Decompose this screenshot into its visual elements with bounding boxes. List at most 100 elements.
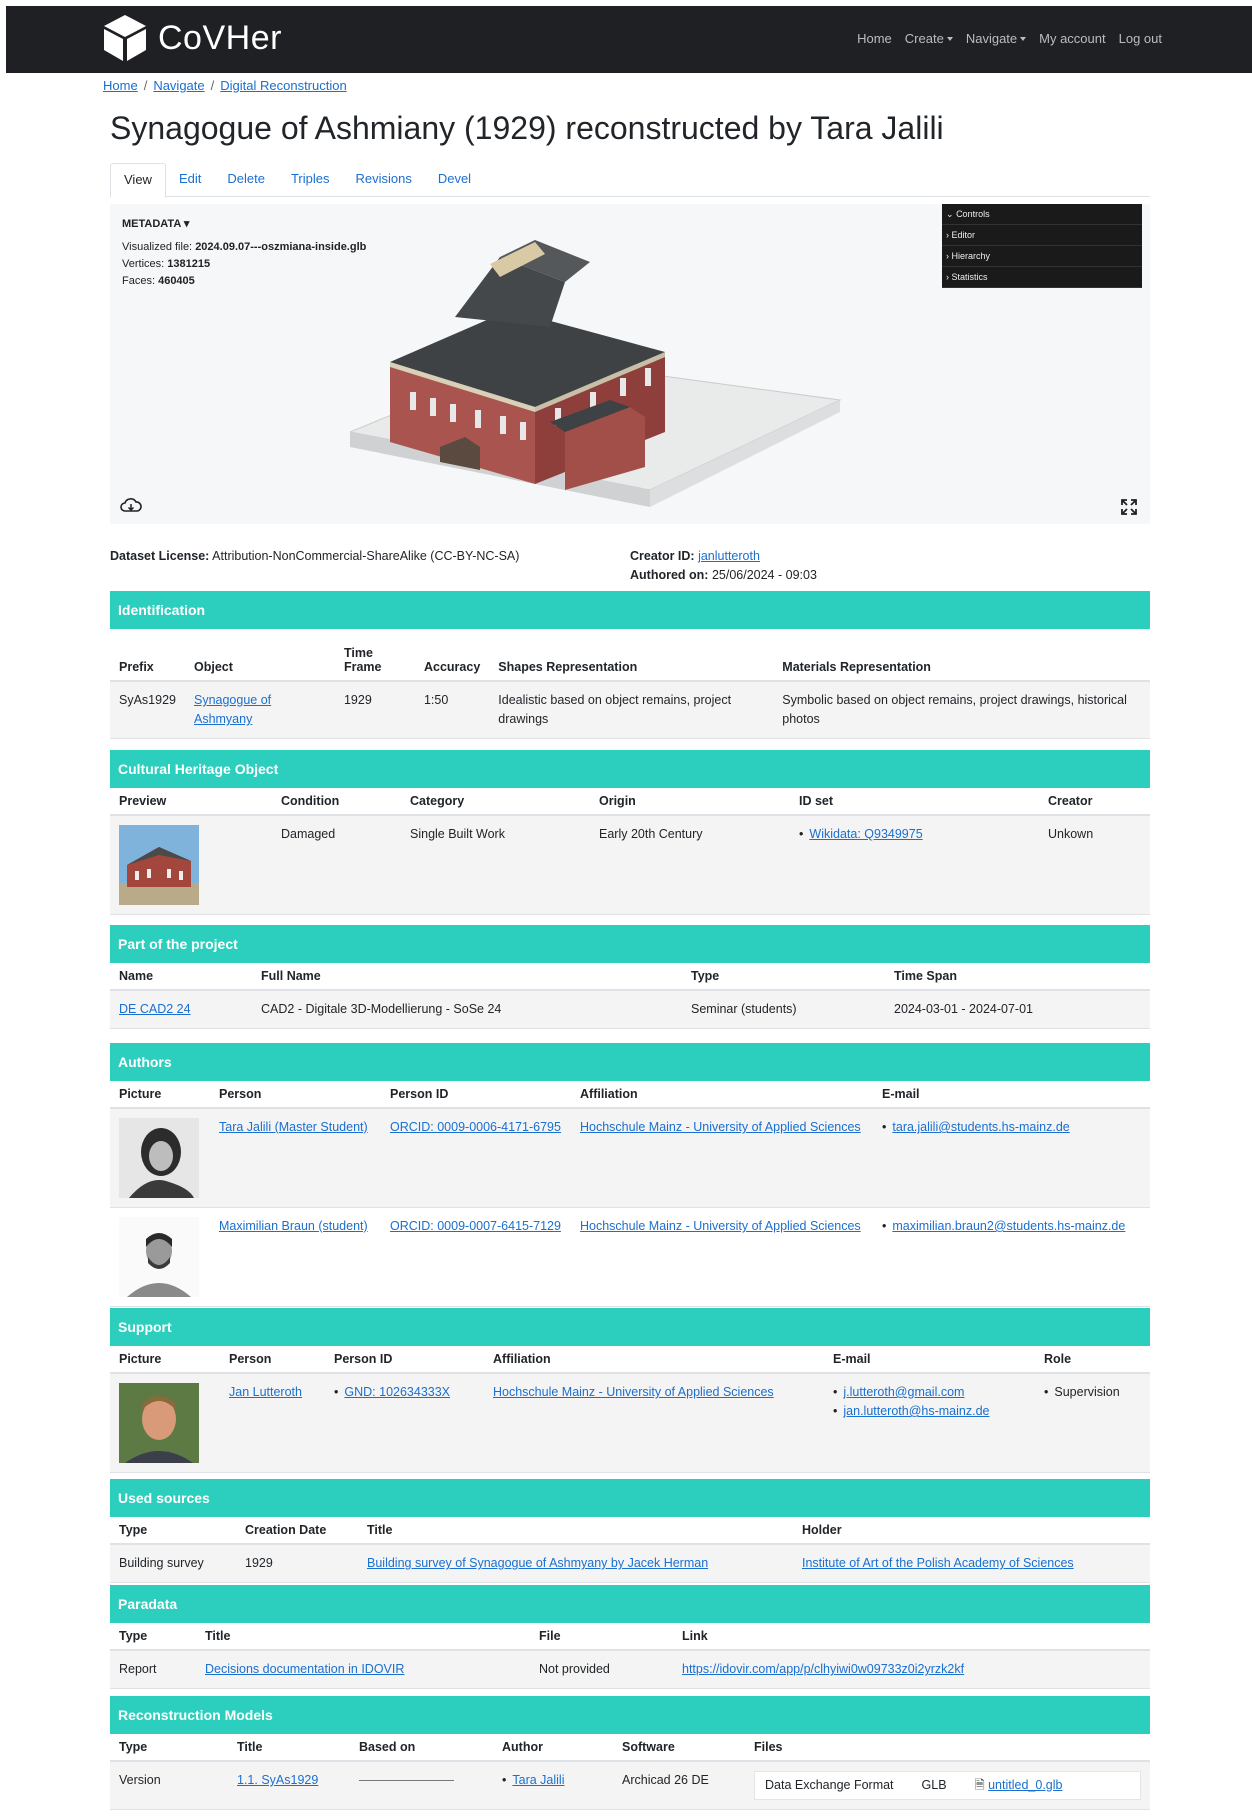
project-link[interactable]: DE CAD2 24 — [119, 1002, 191, 1016]
gnd-link[interactable]: GND: 102634333X — [344, 1385, 450, 1399]
paradata-type-cell: Report — [110, 1650, 196, 1689]
column-header: Holder — [793, 1517, 1150, 1545]
author-photo — [119, 1118, 199, 1198]
source-title-link[interactable]: Building survey of Synagogue of Ashmyany… — [367, 1556, 708, 1570]
shapes-cell: Idealistic based on object remains, proj… — [489, 681, 774, 739]
controls-toggle[interactable]: ⌄ Controls — [942, 204, 1142, 225]
author-name-link[interactable]: Maximilian Braun (student) — [219, 1219, 368, 1233]
fullscreen-icon[interactable] — [1120, 498, 1138, 516]
orcid-link[interactable]: ORCID: 0009-0006-4171-6795 — [390, 1120, 561, 1134]
accuracy-cell: 1:50 — [414, 681, 490, 739]
column-header: Time Frame — [334, 629, 415, 682]
cloud-download-icon[interactable] — [120, 498, 142, 514]
model-viewer[interactable]: METADATA ▾ Visualized file: 2024.09.07--… — [110, 204, 1150, 524]
project-table: Name Full Name Type Time Span DE CAD2 24… — [110, 963, 1150, 1029]
model-author-link[interactable]: Tara Jalili — [512, 1773, 564, 1787]
file-download-link[interactable]: untitled_0.glb — [988, 1778, 1062, 1792]
breadcrumb-separator: / — [143, 78, 148, 93]
nav-my-account[interactable]: My account — [1039, 31, 1105, 46]
breadcrumb-digital-reconstruction[interactable]: Digital Reconstruction — [220, 78, 346, 93]
table-row: Maximilian Braun (student) ORCID: 0009-0… — [110, 1207, 1150, 1307]
file-entry: Data Exchange Format GLB 🗎 untitled_0.gl… — [754, 1771, 1141, 1800]
affiliation-link[interactable]: Hochschule Mainz - University of Applied… — [493, 1385, 774, 1399]
software-cell: Archicad 26 DE — [613, 1761, 745, 1810]
object-link[interactable]: Synagogue of Ashmyany — [194, 693, 271, 726]
table-row: Version 1.1. SyAs1929 Tara Jalili Archic… — [110, 1761, 1150, 1810]
table-row: SyAs1929 Synagogue of Ashmyany 1929 1:50… — [110, 681, 1150, 739]
chevron-down-icon: ⌄ — [946, 209, 954, 219]
column-header: File — [530, 1623, 673, 1651]
nav-create[interactable]: Create — [905, 31, 953, 46]
statistics-toggle[interactable]: › Statistics — [942, 267, 1142, 288]
wikidata-link[interactable]: Wikidata: Q9349975 — [809, 827, 922, 841]
column-header: E-mail — [824, 1346, 1035, 1374]
editor-toggle[interactable]: › Editor — [942, 225, 1142, 246]
column-header: Files — [745, 1734, 1150, 1762]
column-header: Title — [358, 1517, 793, 1545]
tab-view[interactable]: View — [110, 163, 166, 198]
file-icon: 🗎 — [974, 1778, 985, 1792]
breadcrumb-navigate[interactable]: Navigate — [153, 78, 204, 93]
column-header: Author — [493, 1734, 613, 1762]
based-on-empty-line — [359, 1780, 454, 1781]
hierarchy-label: Hierarchy — [951, 251, 991, 261]
authored-on-value: 25/06/2024 - 09:03 — [711, 568, 817, 582]
visualized-file: 2024.09.07---oszmiana-inside.glb — [195, 241, 367, 253]
support-section: Support Picture Person Person ID Affilia… — [110, 1308, 1150, 1473]
column-header: Picture — [110, 1346, 220, 1374]
heritage-section: Cultural Heritage Object Preview Conditi… — [110, 750, 1150, 915]
column-header: Title — [196, 1623, 530, 1651]
section-header: Part of the project — [110, 925, 1150, 963]
support-table: Picture Person Person ID Affiliation E-m… — [110, 1346, 1150, 1473]
table-row: DE CAD2 24 CAD2 - Digitale 3D-Modellieru… — [110, 990, 1150, 1029]
metadata-toggle[interactable]: METADATA — [122, 218, 181, 230]
paradata-title-link[interactable]: Decisions documentation in IDOVIR — [205, 1662, 404, 1676]
section-header: Paradata — [110, 1585, 1150, 1623]
nav-log-out[interactable]: Log out — [1119, 31, 1162, 46]
affiliation-link[interactable]: Hochschule Mainz - University of Applied… — [580, 1120, 861, 1134]
tab-revisions[interactable]: Revisions — [342, 163, 424, 196]
hierarchy-toggle[interactable]: › Hierarchy — [942, 246, 1142, 267]
email-link[interactable]: j.lutteroth@gmail.com — [843, 1385, 964, 1399]
author-name-link[interactable]: Tara Jalili (Master Student) — [219, 1120, 368, 1134]
paradata-file-cell: Not provided — [530, 1650, 673, 1689]
table-row: Tara Jalili (Master Student) ORCID: 0009… — [110, 1108, 1150, 1208]
author-photo — [119, 1217, 199, 1297]
chevron-right-icon: › — [946, 230, 949, 240]
tab-edit[interactable]: Edit — [166, 163, 214, 196]
supporter-name-link[interactable]: Jan Lutteroth — [229, 1385, 302, 1399]
creator-id-link[interactable]: janlutteroth — [698, 549, 760, 563]
building-3d-model[interactable] — [350, 222, 850, 522]
column-header: Creator — [1039, 788, 1150, 816]
role-item: Supervision — [1044, 1383, 1141, 1402]
file-extension: GLB — [921, 1778, 947, 1792]
email-link[interactable]: maximilian.braun2@students.hs-mainz.de — [892, 1219, 1125, 1233]
nav-navigate[interactable]: Navigate — [966, 31, 1026, 46]
email-link[interactable]: tara.jalili@students.hs-mainz.de — [892, 1120, 1069, 1134]
heritage-preview-image[interactable] — [119, 825, 199, 905]
table-row: Damaged Single Built Work Early 20th Cen… — [110, 815, 1150, 915]
column-header: Name — [110, 963, 252, 991]
paradata-url-link[interactable]: https://idovir.com/app/p/clhyiwi0w09733z… — [682, 1662, 964, 1676]
tab-devel[interactable]: Devel — [425, 163, 484, 196]
orcid-link[interactable]: ORCID: 0009-0007-6415-7129 — [390, 1219, 561, 1233]
column-header: Full Name — [252, 963, 682, 991]
column-header: Person ID — [325, 1346, 484, 1374]
chevron-right-icon: › — [946, 251, 949, 261]
statistics-label: Statistics — [951, 272, 988, 282]
affiliation-link[interactable]: Hochschule Mainz - University of Applied… — [580, 1219, 861, 1233]
model-title-link[interactable]: 1.1. SyAs1929 — [237, 1773, 318, 1787]
column-header: Link — [673, 1623, 1150, 1651]
column-header: Materials Representation — [773, 629, 1150, 682]
nav-home[interactable]: Home — [857, 31, 892, 46]
origin-cell: Early 20th Century — [590, 815, 790, 915]
prefix-cell: SyAs1929 — [110, 681, 185, 739]
authors-section: Authors Picture Person Person ID Affilia… — [110, 1043, 1150, 1307]
brand-logo[interactable]: CoVHer — [102, 13, 282, 63]
tab-delete[interactable]: Delete — [214, 163, 278, 196]
email-link[interactable]: jan.lutteroth@hs-mainz.de — [843, 1404, 989, 1418]
tab-triples[interactable]: Triples — [278, 163, 343, 196]
holder-link[interactable]: Institute of Art of the Polish Academy o… — [802, 1556, 1074, 1570]
controls-label: Controls — [956, 209, 990, 219]
breadcrumb-home[interactable]: Home — [103, 78, 138, 93]
